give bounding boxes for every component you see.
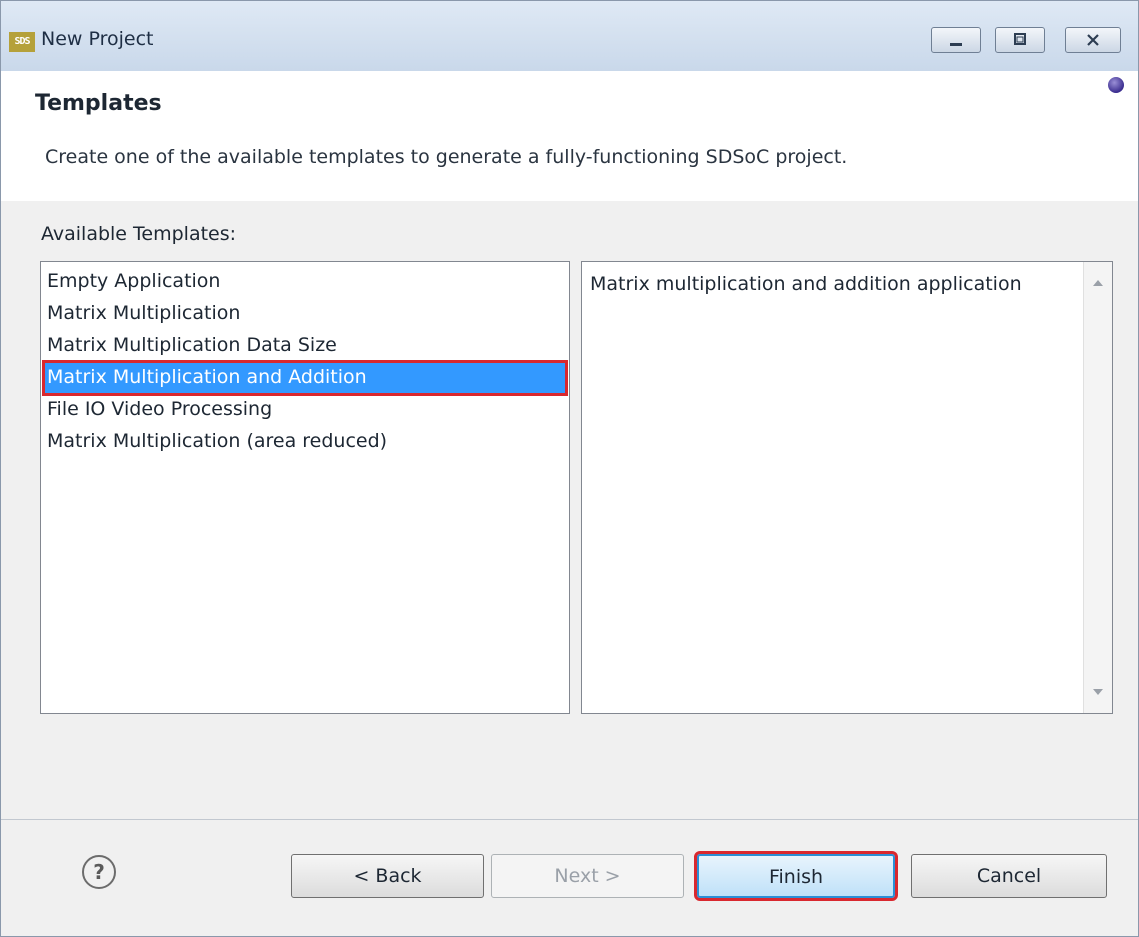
template-description: Matrix multiplication and addition appli…	[590, 273, 1022, 295]
window-title: New Project	[41, 28, 154, 50]
page-title: Templates	[35, 91, 162, 116]
list-item-selected[interactable]: Matrix Multiplication and Addition	[42, 360, 568, 396]
title-bar[interactable]: SDS New Project	[1, 1, 1138, 71]
new-project-dialog: SDS New Project Templates Create one of …	[0, 0, 1139, 937]
eclipse-logo-icon	[1108, 77, 1124, 93]
template-description-panel: Matrix multiplication and addition appli…	[581, 261, 1113, 714]
list-item[interactable]: Matrix Multiplication Data Size	[47, 330, 337, 362]
list-item[interactable]: File IO Video Processing	[47, 394, 272, 426]
wizard-header: Templates Create one of the available te…	[1, 71, 1138, 202]
page-description: Create one of the available templates to…	[45, 146, 848, 168]
finish-button[interactable]: Finish	[694, 851, 898, 901]
help-icon[interactable]: ?	[82, 855, 116, 889]
scroll-down-icon[interactable]	[1093, 689, 1103, 695]
templates-list[interactable]: Empty Application Matrix Multiplication …	[40, 261, 570, 714]
sdsoc-app-icon: SDS	[9, 32, 35, 52]
list-item[interactable]: Matrix Multiplication	[47, 298, 240, 330]
cancel-button[interactable]: Cancel	[911, 854, 1107, 898]
scroll-up-icon[interactable]	[1093, 280, 1103, 286]
available-templates-label: Available Templates:	[41, 223, 237, 245]
maximize-button[interactable]	[995, 27, 1045, 53]
close-button[interactable]	[1065, 27, 1121, 53]
wizard-footer: ? < Back Next > Finish Cancel	[1, 820, 1138, 936]
list-item[interactable]: Empty Application	[47, 266, 220, 298]
back-button[interactable]: < Back	[291, 854, 484, 898]
description-scrollbar[interactable]	[1083, 262, 1112, 713]
wizard-content: Available Templates: Empty Application M…	[1, 201, 1138, 821]
maximize-icon	[996, 28, 1044, 52]
next-button[interactable]: Next >	[491, 854, 684, 898]
minimize-button[interactable]	[931, 27, 981, 53]
minimize-icon	[932, 28, 980, 52]
list-item[interactable]: Matrix Multiplication (area reduced)	[47, 426, 387, 458]
close-icon	[1066, 28, 1120, 52]
